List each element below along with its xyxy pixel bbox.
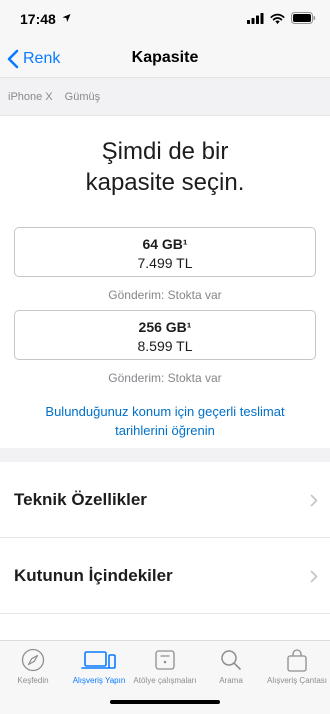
breadcrumb-item-model: iPhone X <box>8 90 53 103</box>
tab-bag[interactable]: Alışveriş Çantası <box>264 647 330 697</box>
in-the-box-label: Kutunun İçindekiler <box>14 566 173 585</box>
headline-line-2: kapasite seçin. <box>85 169 245 196</box>
headline-line-1: Şimdi de bir <box>101 138 229 165</box>
bag-icon <box>287 649 307 672</box>
chevron-right-icon <box>310 570 318 583</box>
delivery-dates-link[interactable]: Bulunduğunuz konum için geçerli teslimat… <box>26 402 304 440</box>
status-indicators <box>247 12 316 24</box>
battery-icon <box>291 12 316 24</box>
signal-icon <box>247 12 264 24</box>
option-capacity: 256 GB¹ <box>138 319 192 335</box>
main-content: Şimdi de bir kapasite seçin. 64 GB¹ 7.49… <box>0 116 330 640</box>
tab-label: Keşfedin <box>17 676 49 685</box>
section-divider <box>0 448 330 462</box>
tab-label: Arama <box>219 676 243 685</box>
tech-specs-row[interactable]: Teknik Özellikler <box>0 462 330 538</box>
tab-search[interactable]: Arama <box>198 647 264 697</box>
tab-label: Atölye çalışmaları <box>133 676 197 685</box>
shipping-status: Gönderim: Stokta var <box>108 288 222 302</box>
headline: Şimdi de bir kapasite seçin. <box>0 136 330 198</box>
tab-label: Alışveriş Çantası <box>266 676 328 685</box>
shipping-status: Gönderim: Stokta var <box>108 371 222 385</box>
wifi-icon <box>270 13 285 24</box>
home-indicator[interactable] <box>110 700 220 704</box>
breadcrumb: iPhone X Gümüş <box>0 78 330 116</box>
in-the-box-row[interactable]: Kutunun İçindekiler <box>0 538 330 614</box>
breadcrumb-item-color: Gümüş <box>64 90 101 103</box>
chevron-right-icon <box>310 494 318 507</box>
devices-icon <box>81 651 116 669</box>
tab-discover[interactable]: Keşfedin <box>0 647 66 697</box>
tab-label: Alışveriş Yapın <box>72 676 126 685</box>
capacity-option-256gb[interactable]: 256 GB¹ 8.599 TL <box>14 310 316 360</box>
status-bar: 17:48 <box>0 0 330 40</box>
capacity-option-64gb[interactable]: 64 GB¹ 7.499 TL <box>14 227 316 277</box>
option-price: 8.599 TL <box>137 338 193 354</box>
option-price: 7.499 TL <box>137 255 193 271</box>
list-row-empty <box>0 614 330 640</box>
tech-specs-label: Teknik Özellikler <box>14 490 147 509</box>
page-title: Kapasite <box>131 49 199 66</box>
location-arrow-icon <box>62 13 71 23</box>
navigation-bar: Renk Kapasite <box>0 40 330 78</box>
tab-shop[interactable]: Alışveriş Yapın <box>66 647 132 697</box>
tab-workshops[interactable]: Atölye çalışmaları <box>132 647 198 697</box>
calendar-icon <box>155 650 175 670</box>
status-time: 17:48 <box>20 11 56 27</box>
option-capacity: 64 GB¹ <box>142 236 188 252</box>
compass-icon <box>21 648 45 672</box>
search-icon <box>221 650 241 670</box>
